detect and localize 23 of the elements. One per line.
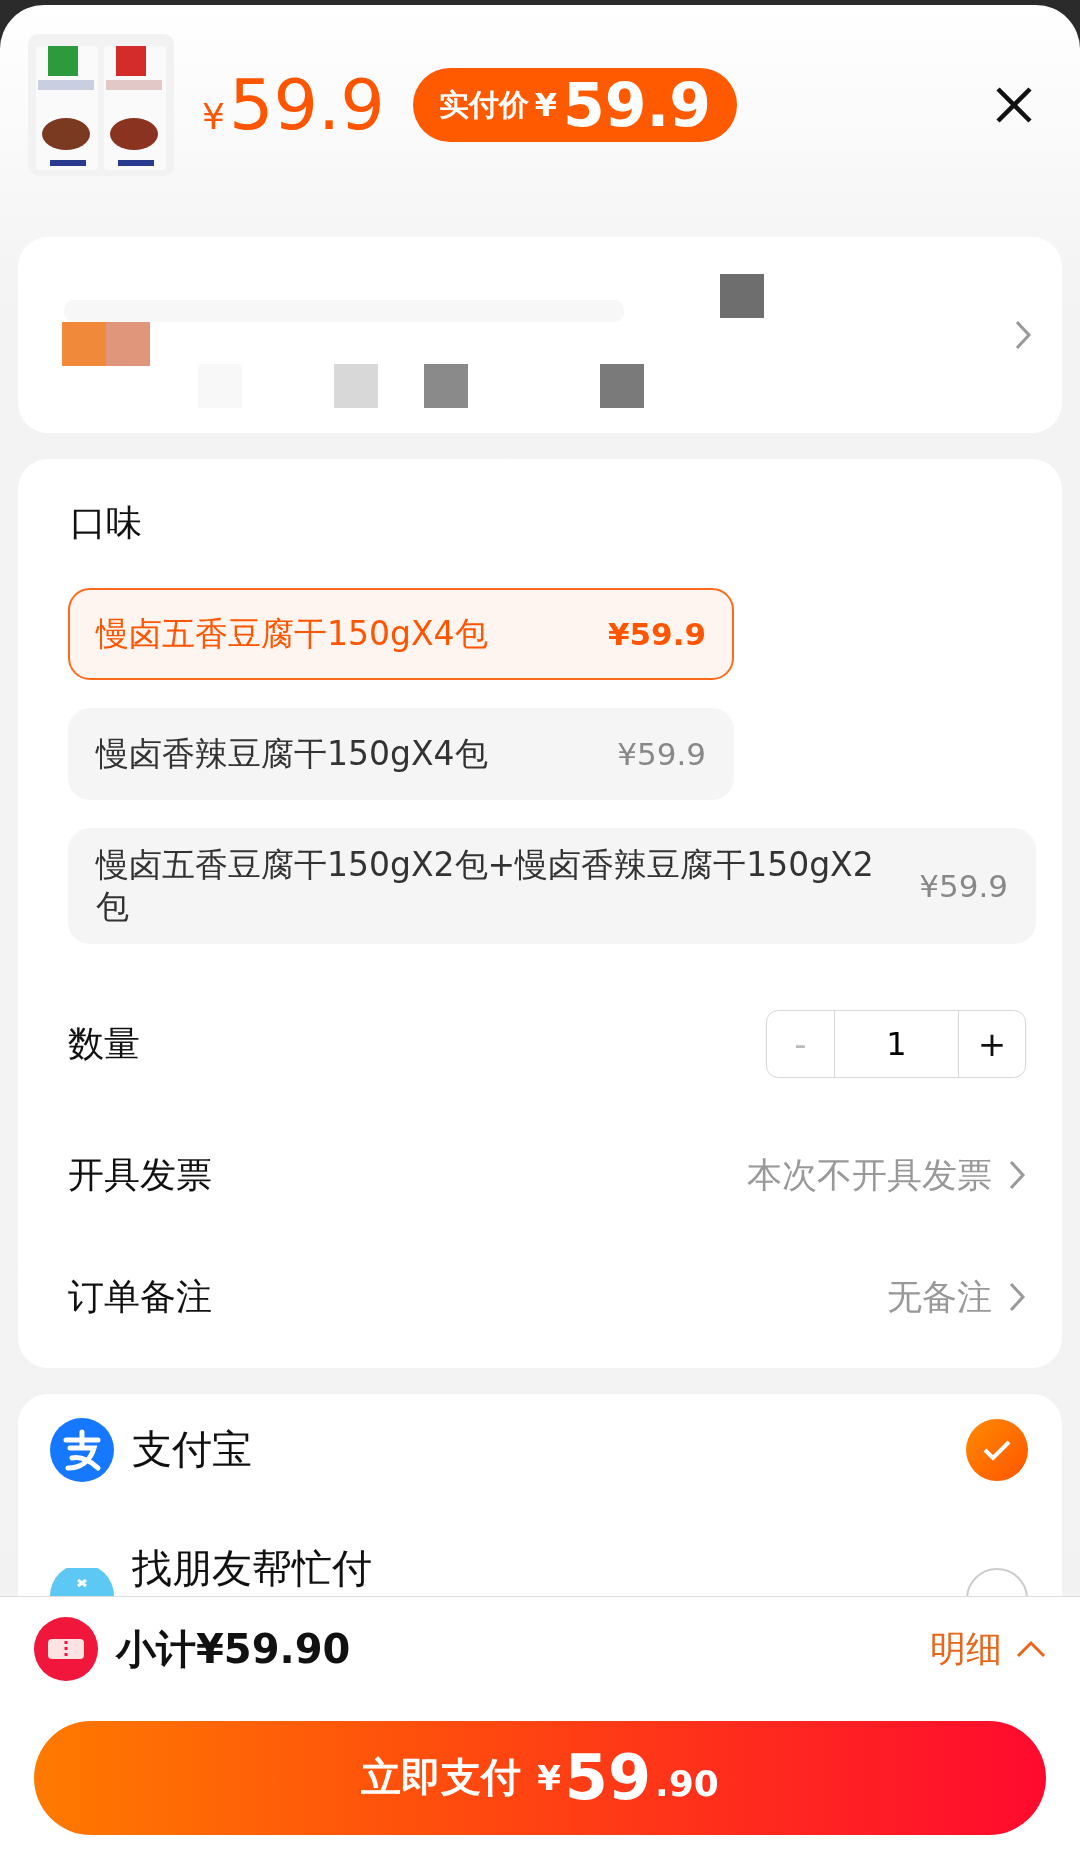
row-label: 开具发票: [68, 1152, 212, 1197]
close-icon: [994, 85, 1034, 125]
price: ¥59.9: [202, 64, 385, 146]
chevron-right-icon: [1008, 1160, 1026, 1190]
chevron-right-icon: [1014, 320, 1032, 350]
row-label: 订单备注: [68, 1274, 212, 1319]
coupon-icon: [34, 1617, 98, 1681]
alipay-icon: [50, 1417, 114, 1482]
subtotal: 小计¥59.90: [116, 1624, 351, 1674]
pay-now-button[interactable]: 立即支付 ¥59.90: [34, 1721, 1046, 1835]
section-title: 口味: [70, 501, 143, 545]
payment-method[interactable]: 找朋友帮忙付: [132, 1541, 372, 1596]
row-label: 数量: [68, 1021, 140, 1066]
payment-method[interactable]: 支付宝: [132, 1422, 252, 1477]
address-card[interactable]: [18, 237, 1062, 433]
check-icon: [982, 1438, 1012, 1461]
flavor-option[interactable]: 慢卤五香豆腐干150gX2包+慢卤香辣豆腐干150gX2包 ¥59.9: [68, 828, 1036, 944]
chevron-up-icon: [1016, 1640, 1046, 1658]
paid-price-badge: 实付价 ¥59.9: [412, 68, 738, 142]
chevron-right-icon: [1008, 1282, 1026, 1312]
flavor-option[interactable]: 慢卤香辣豆腐干150gX4包 ¥59.9: [68, 708, 734, 800]
increment-button[interactable]: +: [959, 1011, 1025, 1077]
quantity-value: 1: [835, 1011, 959, 1077]
